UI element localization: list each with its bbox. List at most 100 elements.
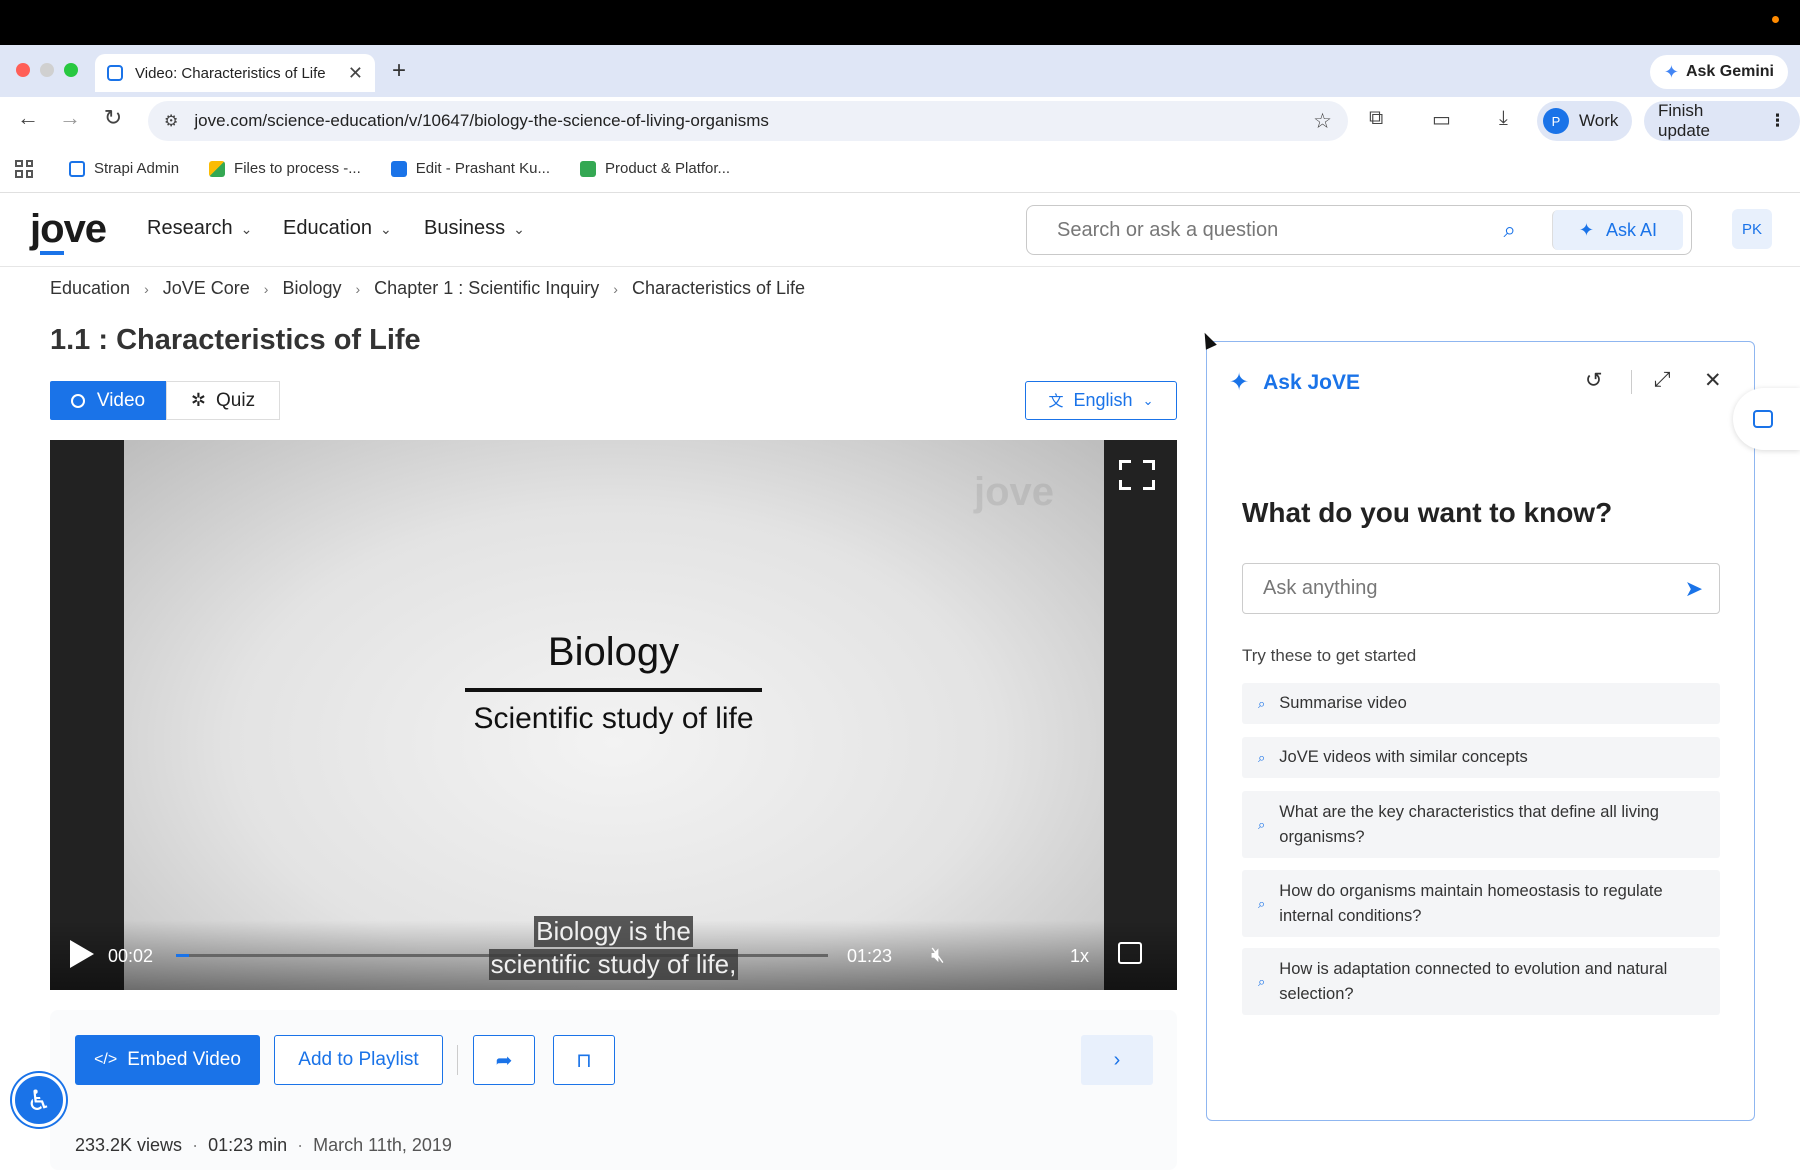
suggestion-item[interactable]: ⌕ How is adaptation connected to evolutio… — [1242, 948, 1720, 1015]
video-length: 01:23 min — [208, 1135, 288, 1155]
more-menu-icon[interactable]: ⋮ — [1769, 111, 1786, 131]
chevron-down-icon: ⌄ — [1142, 392, 1154, 408]
video-player[interactable]: jove Biology Scientific study of life 00… — [50, 440, 1177, 990]
site-header: jove Research⌄ Education⌄ Business⌄ ⌕ ✦ … — [0, 193, 1800, 267]
tab-quiz[interactable]: ✲ Quiz — [166, 381, 280, 420]
tab-favicon-icon — [107, 65, 123, 81]
translate-icon: 文 — [1048, 393, 1064, 410]
history-icon[interactable]: ↺ — [1585, 368, 1603, 393]
bookmark-favicon-icon — [69, 160, 85, 177]
new-tab-button[interactable]: + — [392, 57, 406, 85]
url-text[interactable]: jove.com/science-education/v/10647/biolo… — [194, 111, 1313, 131]
sheets-icon — [579, 160, 596, 177]
ask-input[interactable] — [1263, 577, 1685, 600]
code-icon: </> — [94, 1051, 118, 1068]
fullscreen-icon[interactable] — [1119, 460, 1155, 490]
sparkle-icon: ✦ — [1578, 219, 1594, 240]
accessibility-icon[interactable]: ♿︎ — [12, 1073, 66, 1127]
view-count: 233.2K views — [75, 1135, 183, 1155]
browser-toolbar: ← → ↻ ⚙ jove.com/science-education/v/106… — [0, 97, 1800, 145]
search-icon: ⌕ — [1258, 695, 1266, 711]
download-icon[interactable]: ⤓ — [1499, 107, 1508, 130]
content-tabs: Video ✲ Quiz — [50, 381, 280, 420]
embed-video-button[interactable]: </> Embed Video — [75, 1035, 260, 1085]
suggestion-item[interactable]: ⌕ JoVE videos with similar concepts — [1242, 737, 1720, 778]
suggestion-item[interactable]: ⌕ Summarise video — [1242, 683, 1720, 724]
chat-button[interactable] — [1733, 388, 1800, 450]
ask-heading: What do you want to know? — [1242, 497, 1613, 528]
language-select[interactable]: 文 English ⌄ — [1025, 381, 1177, 420]
bookmark-favicon-icon — [390, 160, 407, 177]
ask-ai-button[interactable]: ✦ Ask AI — [1551, 210, 1683, 250]
tab-close-icon[interactable]: ✕ — [348, 63, 363, 84]
nav-business[interactable]: Business ⌄ — [424, 217, 525, 240]
bookmark-star-icon[interactable]: ☆ — [1313, 109, 1332, 134]
bookmark-label: Strapi Admin — [94, 160, 180, 177]
jove-watermark: jove — [973, 470, 1054, 514]
search-icon[interactable]: ⌕ — [1504, 217, 1516, 243]
reload-icon[interactable]: ↻ — [97, 105, 129, 131]
forward-arrow-icon[interactable]: → — [54, 105, 86, 131]
add-to-playlist-button[interactable]: Add to Playlist — [274, 1035, 443, 1085]
bookmark-item[interactable]: Strapi Admin — [69, 160, 179, 177]
caption-line: scientific study of life, — [488, 949, 739, 980]
language-label: English — [1073, 390, 1133, 410]
cast-icon[interactable]: ▭ — [1432, 107, 1451, 132]
breadcrumb-item[interactable]: Education — [50, 278, 130, 299]
back-arrow-icon[interactable]: ← — [12, 105, 44, 131]
bookmark-item[interactable]: Edit - Prashant Ku... — [390, 160, 550, 177]
ask-gemini-button[interactable]: ✦ Ask Gemini — [1649, 55, 1788, 89]
ask-input-box: ➤ — [1242, 563, 1720, 614]
breadcrumb-item[interactable]: Chapter 1 : Scientific Inquiry — [374, 278, 599, 299]
share-icon[interactable]: ➦ — [473, 1035, 535, 1085]
profile-label: Work — [1579, 111, 1619, 130]
finish-update-label: Finish update — [1658, 101, 1710, 140]
captions: Biology is the scientific study of life, — [50, 916, 1177, 982]
bookmark-item[interactable]: Product & Platfor... — [579, 160, 730, 177]
suggestion-item[interactable]: ⌕ How do organisms maintain homeostasis t… — [1242, 870, 1720, 937]
search-input[interactable] — [1057, 218, 1504, 242]
breadcrumb-item[interactable]: JoVE Core — [163, 278, 250, 299]
browser-chrome: Video: Characteristics of Life ✕ + ✦ Ask… — [0, 45, 1800, 193]
separator-dot: · — [192, 1135, 199, 1155]
video-actions-card: </> Embed Video Add to Playlist ➦ ⊓ › 23… — [50, 1010, 1177, 1170]
breadcrumb-item[interactable]: Biology — [282, 278, 341, 299]
chevron-down-icon: ⌄ — [379, 221, 392, 237]
extensions-icon[interactable]: ⧉ — [1369, 107, 1383, 130]
profile-button[interactable]: P Work — [1537, 101, 1633, 141]
tab-title: Video: Characteristics of Life — [135, 64, 326, 82]
nav-research[interactable]: Research ⌄ — [147, 217, 252, 240]
close-icon[interactable]: ✕ — [1704, 368, 1722, 393]
nav-education[interactable]: Education ⌄ — [283, 217, 392, 240]
tab-video[interactable]: Video — [50, 381, 166, 420]
bookmark-item[interactable]: Files to process -... — [209, 160, 361, 177]
close-window-button[interactable] — [16, 63, 30, 77]
search-icon: ⌕ — [1258, 895, 1266, 911]
apps-grid-icon[interactable] — [15, 159, 33, 178]
send-icon[interactable]: ➤ — [1685, 576, 1703, 602]
chevron-right-icon: › — [144, 280, 149, 297]
slide-title: Biology — [547, 630, 680, 674]
jove-logo[interactable]: jove — [30, 207, 107, 255]
status-dot — [1772, 16, 1779, 23]
play-circle-icon — [70, 393, 85, 408]
suggestion-item[interactable]: ⌕ What are the key characteristics that d… — [1242, 791, 1720, 858]
browser-tab-active[interactable]: Video: Characteristics of Life ✕ — [95, 54, 375, 92]
sparkle-icon: ✦ — [1229, 369, 1250, 396]
bookmark-icon[interactable]: ⊓ — [553, 1035, 615, 1085]
search-icon: ⌕ — [1258, 749, 1266, 765]
chevron-down-icon: ⌄ — [240, 221, 253, 237]
next-chevron-icon[interactable]: › — [1081, 1035, 1153, 1085]
tab-video-label: Video — [96, 389, 146, 411]
minimize-window-button[interactable] — [40, 63, 54, 77]
chevron-down-icon: ⌄ — [513, 221, 525, 237]
maximize-window-button[interactable] — [64, 63, 78, 77]
bookmarks-bar: Strapi Admin Files to process -... Edit … — [0, 145, 1800, 193]
user-avatar[interactable]: PK — [1732, 209, 1772, 249]
finish-update-button[interactable]: Finish update ⋮ — [1644, 101, 1800, 141]
ask-gemini-label: Ask Gemini — [1685, 63, 1774, 80]
site-info-icon[interactable]: ⚙ — [164, 111, 178, 131]
try-label: Try these to get started — [1242, 646, 1417, 665]
address-bar[interactable]: ⚙ jove.com/science-education/v/10647/bio… — [148, 101, 1348, 141]
expand-icon[interactable]: ⤢ — [1654, 368, 1671, 392]
